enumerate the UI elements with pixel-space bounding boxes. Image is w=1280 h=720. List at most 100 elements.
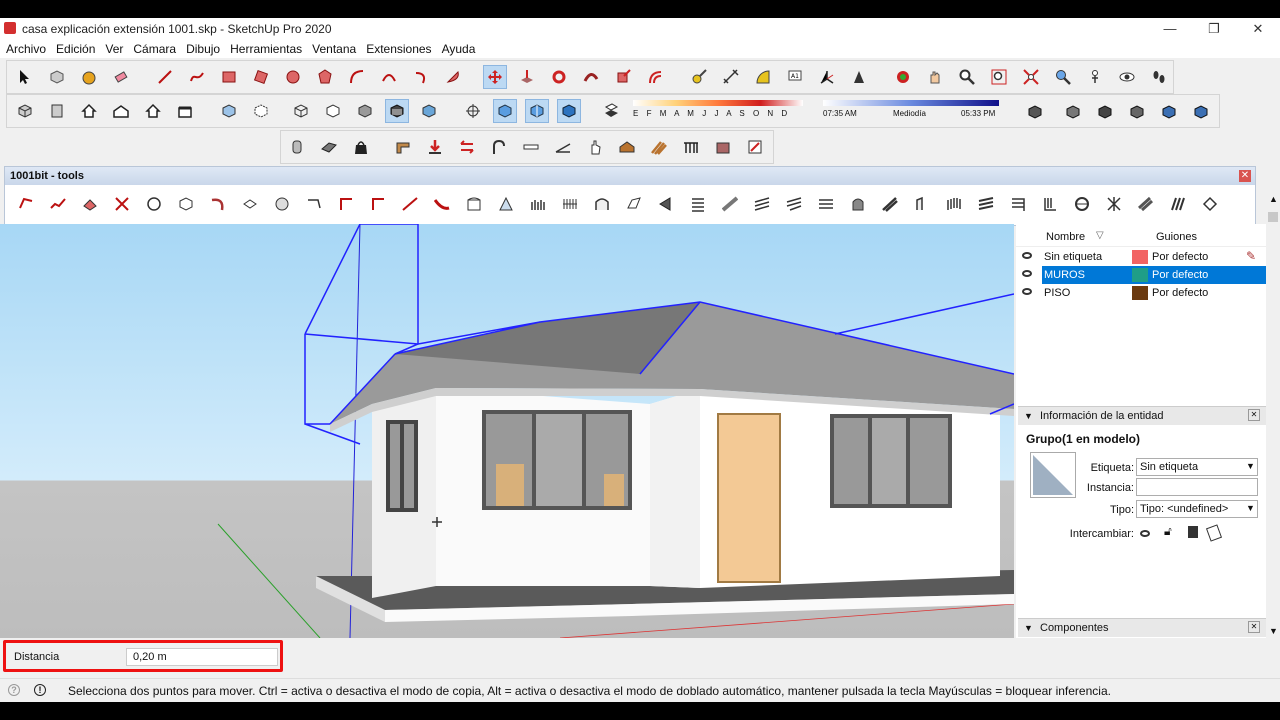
rotate-icon[interactable] (547, 65, 571, 89)
freehand-icon[interactable] (185, 65, 209, 89)
menu-extensiones[interactable]: Extensiones (361, 40, 436, 58)
wireframe-icon[interactable] (289, 99, 313, 123)
shaded-with-textures-icon[interactable] (385, 99, 409, 123)
1001bit-tool-35-icon[interactable] (1101, 191, 1127, 217)
1001bit-tool-3-icon[interactable] (77, 191, 103, 217)
bag-icon[interactable] (349, 135, 373, 159)
1001bit-tool-9-icon[interactable] (269, 191, 295, 217)
polygon-icon[interactable] (313, 65, 337, 89)
1001bit-tool-1-icon[interactable] (13, 191, 39, 217)
chevron-down-icon[interactable]: ▼ (1246, 503, 1255, 513)
1001bit-tool-2-icon[interactable] (45, 191, 71, 217)
pan-icon[interactable] (923, 65, 947, 89)
model-viewport[interactable] (0, 224, 1014, 638)
menu-ayuda[interactable]: Ayuda (437, 40, 481, 58)
close-icon[interactable]: ✕ (1248, 621, 1260, 633)
right-view-icon[interactable] (109, 99, 133, 123)
two-point-arc-icon[interactable] (377, 65, 401, 89)
arch-icon[interactable] (487, 135, 511, 159)
shaded-icon[interactable] (353, 99, 377, 123)
1001bit-tool-24-icon[interactable] (749, 191, 775, 217)
shadows-toggle-icon[interactable] (599, 99, 623, 123)
minimize-button[interactable]: — (1148, 18, 1192, 40)
close-icon[interactable]: ✕ (1248, 409, 1260, 421)
cast-shadows-icon[interactable] (1205, 524, 1223, 542)
push-pull-icon[interactable] (515, 65, 539, 89)
tags-col-name[interactable]: Nombre (1046, 231, 1085, 243)
1001bit-close-button[interactable]: ✕ (1239, 170, 1251, 182)
1001bit-tool-4-icon[interactable] (109, 191, 135, 217)
circle-icon[interactable] (281, 65, 305, 89)
menu-herramientas[interactable]: Herramientas (225, 40, 307, 58)
visibility-eye-icon[interactable] (1022, 288, 1032, 295)
layer-tool-1-icon[interactable] (1023, 99, 1047, 123)
follow-me-icon[interactable] (579, 65, 603, 89)
make-component-icon[interactable] (45, 65, 69, 89)
1001bit-tool-36-icon[interactable] (1133, 191, 1159, 217)
close-button[interactable]: ✕ (1236, 18, 1280, 40)
collapse-icon[interactable]: ▼ (1024, 619, 1033, 637)
back-edges-icon[interactable] (249, 99, 273, 123)
info-icon[interactable]: ! (34, 684, 46, 696)
scroll-thumb[interactable] (1268, 212, 1278, 222)
iso-view-icon[interactable] (13, 99, 37, 123)
flip-icon[interactable] (455, 135, 479, 159)
left-view-icon[interactable] (173, 99, 197, 123)
layer-tool-6-icon[interactable] (1189, 99, 1213, 123)
menu-archivo[interactable]: Archivo (0, 40, 51, 58)
receive-shadows-icon[interactable] (1188, 526, 1198, 538)
1001bit-tool-15-icon[interactable] (461, 191, 487, 217)
scale-icon[interactable] (611, 65, 635, 89)
beam-icon[interactable] (519, 135, 543, 159)
pencil-icon[interactable]: ✎ (1246, 249, 1256, 263)
zoom-icon[interactable] (955, 65, 979, 89)
paint-bucket-icon[interactable] (77, 65, 101, 89)
pie-icon[interactable] (441, 65, 465, 89)
1001bit-tool-7-icon[interactable] (205, 191, 231, 217)
tray-scrollbar[interactable]: ▲ ▼ (1266, 194, 1280, 638)
1001bit-tool-26-icon[interactable] (813, 191, 839, 217)
front-view-icon[interactable] (77, 99, 101, 123)
display-section-planes-icon[interactable] (493, 99, 517, 123)
chevron-down-icon[interactable]: ▼ (1246, 461, 1255, 471)
edit-frame-icon[interactable] (743, 135, 767, 159)
sort-icon[interactable]: ▽ (1096, 230, 1104, 241)
1001bit-tool-18-icon[interactable] (557, 191, 583, 217)
arc-icon[interactable] (345, 65, 369, 89)
1001bit-tool-8-icon[interactable] (237, 191, 263, 217)
layer-tool-3-icon[interactable] (1093, 99, 1117, 123)
tag-row[interactable]: Sin etiqueta Por defecto ✎ (1016, 248, 1266, 266)
layer-tool-2-icon[interactable] (1061, 99, 1085, 123)
maximize-button[interactable]: ❐ (1192, 18, 1236, 40)
previous-view-icon[interactable] (1051, 65, 1075, 89)
1001bit-tool-31-icon[interactable] (973, 191, 999, 217)
slope-icon[interactable] (551, 135, 575, 159)
three-point-arc-icon[interactable] (409, 65, 433, 89)
1001bit-tool-23-icon[interactable] (717, 191, 743, 217)
geo-location-icon[interactable]: ? (8, 684, 20, 696)
visibility-toggle-icon[interactable] (1140, 530, 1150, 537)
1001bit-tool-37-icon[interactable] (1165, 191, 1191, 217)
1001bit-tool-16-icon[interactable] (493, 191, 519, 217)
rafters-icon[interactable] (647, 135, 671, 159)
1001bit-tool-20-icon[interactable] (621, 191, 647, 217)
walk-icon[interactable] (1147, 65, 1171, 89)
hidden-line-icon[interactable] (321, 99, 345, 123)
type-dropdown[interactable]: Tipo: <undefined> (1136, 500, 1258, 518)
1001bit-tool-19-icon[interactable] (589, 191, 615, 217)
month-slider[interactable] (633, 100, 803, 106)
xray-icon[interactable] (217, 99, 241, 123)
line-icon[interactable] (153, 65, 177, 89)
tag-color-swatch[interactable] (1132, 250, 1148, 264)
layer-tool-4-icon[interactable] (1125, 99, 1149, 123)
1001bit-tool-27-icon[interactable] (845, 191, 871, 217)
visibility-eye-icon[interactable] (1022, 270, 1032, 277)
lock-icon[interactable]: 🔓︎ (1164, 524, 1172, 539)
visibility-eye-icon[interactable] (1022, 252, 1032, 259)
1001bit-tool-30-icon[interactable] (941, 191, 967, 217)
1001bit-tool-28-icon[interactable] (877, 191, 903, 217)
rotated-rectangle-icon[interactable] (249, 65, 273, 89)
1001bit-tool-11-icon[interactable] (333, 191, 359, 217)
menu-ver[interactable]: Ver (100, 40, 128, 58)
tag-dropdown[interactable]: Sin etiqueta (1136, 458, 1258, 476)
